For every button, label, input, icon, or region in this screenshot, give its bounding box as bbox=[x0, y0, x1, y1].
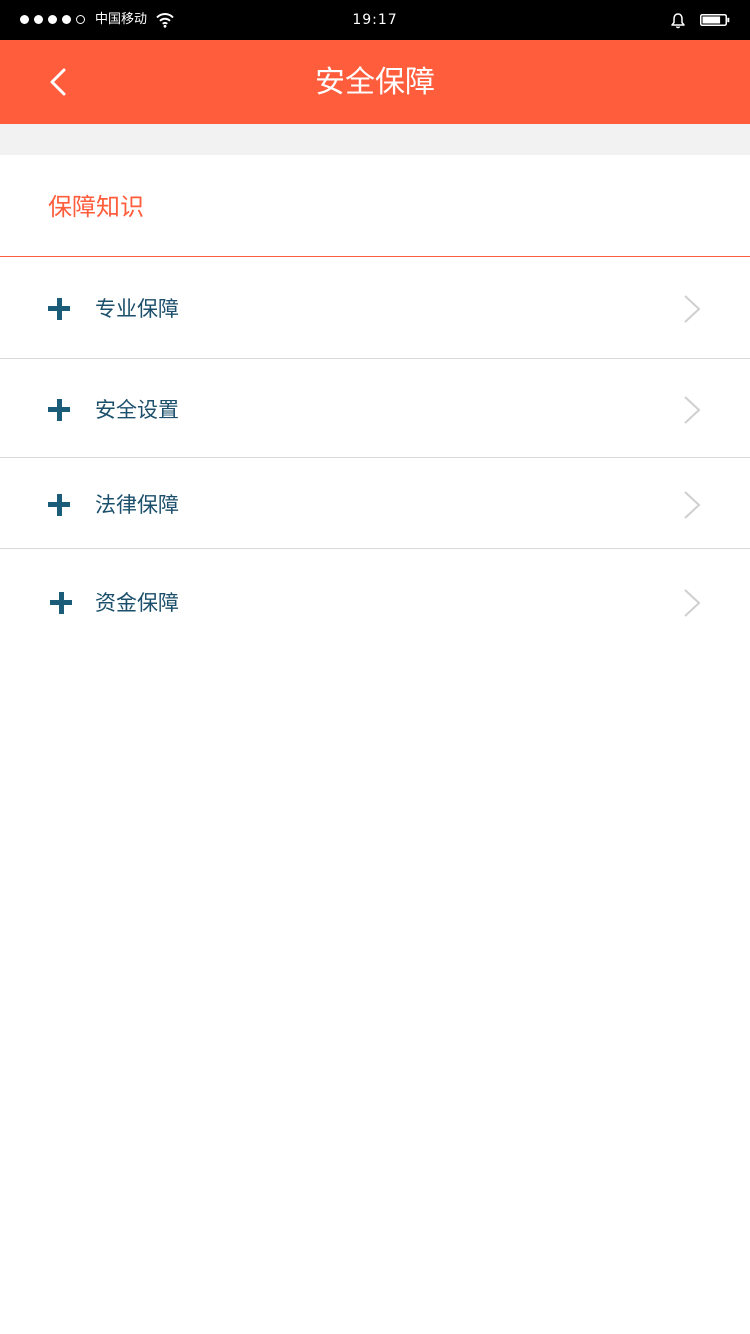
page-title: 安全保障 bbox=[315, 65, 435, 100]
menu-item-legal[interactable]: 法律保障 bbox=[0, 458, 750, 549]
menu-list: 专业保障 安全设置 法律保障 资金保障 bbox=[0, 258, 750, 649]
menu-item-label: 资金保障 bbox=[95, 591, 179, 615]
chevron-right-icon bbox=[684, 295, 701, 323]
section-spacer bbox=[0, 124, 750, 155]
navigation-bar: 安全保障 bbox=[0, 40, 750, 124]
menu-item-funds[interactable]: 资金保障 bbox=[0, 549, 750, 649]
plus-icon bbox=[48, 298, 70, 320]
status-time: 19:17 bbox=[352, 12, 398, 28]
plus-icon bbox=[50, 592, 72, 614]
menu-item-security-settings[interactable]: 安全设置 bbox=[0, 359, 750, 458]
menu-item-label: 法律保障 bbox=[95, 493, 179, 517]
plus-icon bbox=[48, 494, 70, 516]
status-bar: 中国移动 19:17 bbox=[0, 0, 750, 40]
menu-item-label: 安全设置 bbox=[95, 398, 179, 422]
bell-icon bbox=[671, 13, 685, 29]
chevron-right-icon bbox=[684, 589, 701, 617]
menu-item-label: 专业保障 bbox=[95, 297, 179, 321]
section-header: 保障知识 bbox=[0, 155, 750, 257]
section-title: 保障知识 bbox=[48, 193, 144, 221]
chevron-right-icon bbox=[684, 491, 701, 519]
chevron-right-icon bbox=[684, 396, 701, 424]
battery-icon bbox=[700, 14, 730, 26]
menu-item-professional[interactable]: 专业保障 bbox=[0, 258, 750, 359]
plus-icon bbox=[48, 399, 70, 421]
